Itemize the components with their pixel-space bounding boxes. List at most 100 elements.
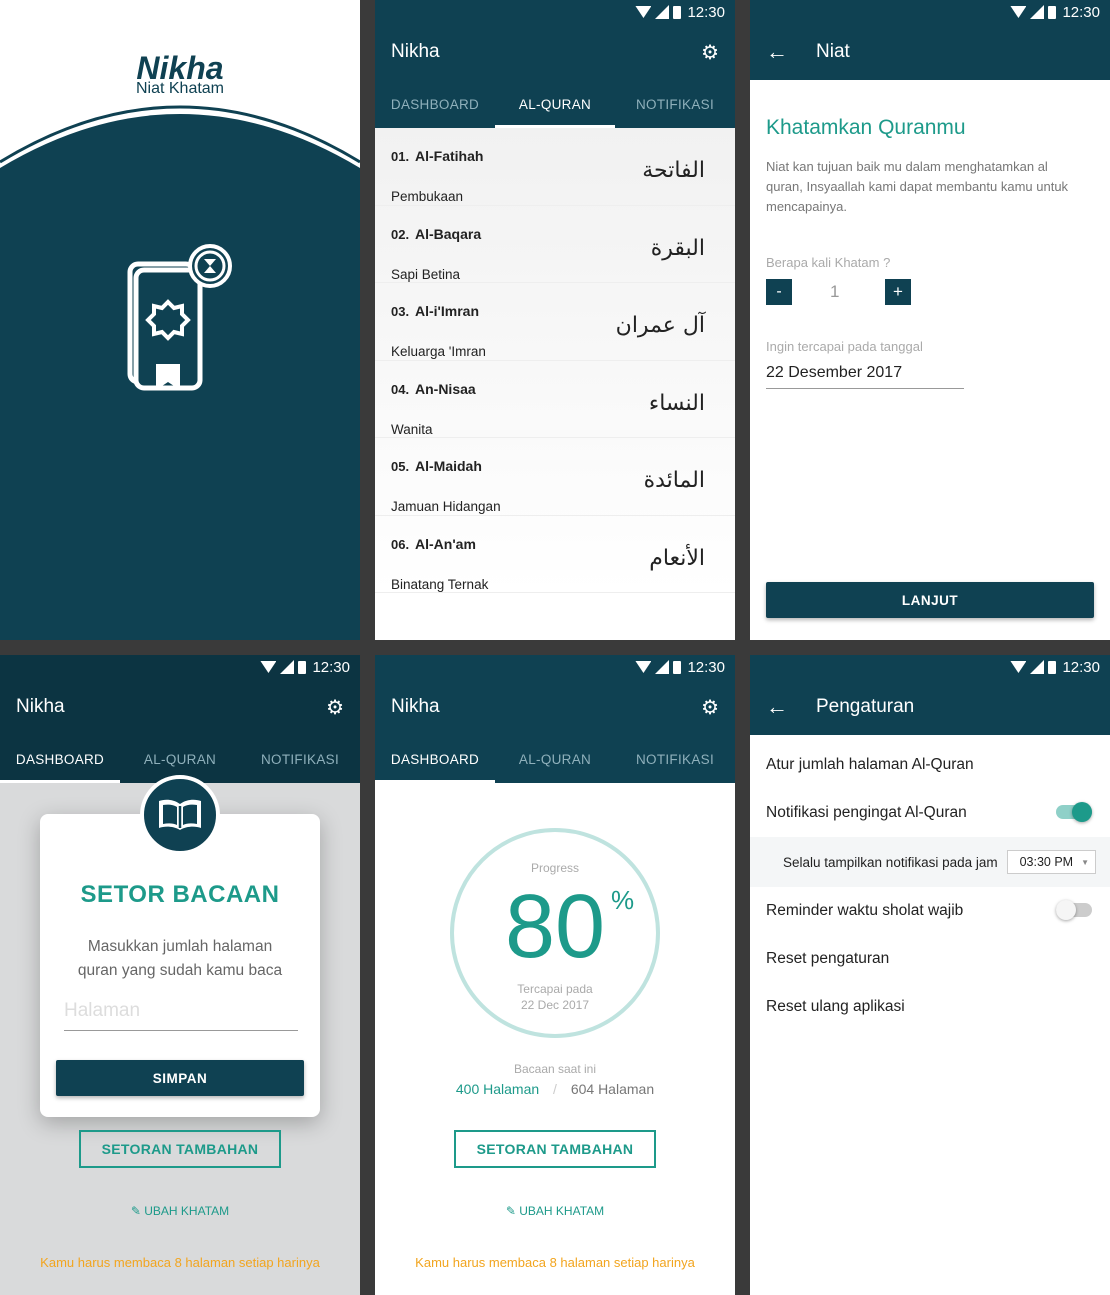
tab-dashboard[interactable]: DASHBOARD	[0, 735, 120, 783]
surah-meaning: Wanita	[391, 421, 433, 437]
splash-screen: Nikha Niat Khatam	[0, 0, 360, 640]
tab-notifikasi[interactable]: NOTIFIKASI	[240, 735, 360, 783]
target-date-field[interactable]: 22 Desember 2017	[766, 364, 964, 389]
signal-icon	[280, 660, 295, 674]
save-button[interactable]: SIMPAN	[56, 1060, 304, 1096]
khatam-count-value[interactable]: 1	[830, 282, 839, 302]
niat-screen: 12:30 ← Niat Khatamkan Quranmu Niat kan …	[750, 0, 1110, 640]
wifi-icon	[1010, 661, 1027, 673]
extra-deposit-button[interactable]: SETORAN TAMBAHAN	[454, 1130, 656, 1168]
settings-screen: 12:30 ← Pengaturan Atur jumlah halaman A…	[750, 655, 1110, 1295]
surah-arabic: آل عمران	[615, 313, 705, 338]
surah-name: Al-Baqara	[415, 225, 482, 242]
pencil-icon: ✎	[505, 1204, 520, 1218]
app-bar: Nikha ⚙ DASHBOARD AL-QURAN NOTIFIKASI	[375, 24, 735, 128]
setting-label: Atur jumlah halaman Al-Quran	[766, 756, 974, 773]
edit-khatam-label: UBAH KHATAM	[519, 1204, 605, 1218]
page-title: Pengaturan	[816, 696, 915, 717]
prayer-reminder-toggle[interactable]	[1056, 900, 1092, 920]
notif-time-select[interactable]: 03:30 PM ▼	[1006, 850, 1096, 874]
total-pages: 604 Halaman	[570, 1081, 655, 1097]
status-time: 12:30	[1062, 658, 1100, 676]
app-bar: ← Pengaturan	[750, 679, 1110, 735]
battery-icon	[673, 660, 682, 674]
app-logo-subtitle: Niat Khatam	[135, 80, 225, 97]
battery-icon	[673, 5, 682, 19]
app-bar: Nikha ⚙ DASHBOARD AL-QURAN NOTIFIKASI	[0, 679, 360, 783]
back-arrow-icon[interactable]: ←	[766, 694, 788, 720]
settings-gear-icon[interactable]: ⚙	[326, 695, 344, 720]
decrement-button[interactable]: -	[766, 279, 792, 305]
battery-icon	[298, 660, 307, 674]
daily-target-note: Kamu harus membaca 8 halaman setiap hari…	[40, 1255, 320, 1270]
setting-quran-reminder[interactable]: Notifikasi pengingat Al-Quran	[750, 789, 1110, 837]
setting-reset-app[interactable]: Reset ulang aplikasi	[750, 983, 1110, 1031]
extra-deposit-button[interactable]: SETORAN TAMBAHAN	[79, 1130, 281, 1168]
setting-reset[interactable]: Reset pengaturan	[750, 935, 1110, 983]
khatam-count-label: Berapa kali Khatam ?	[766, 255, 891, 270]
status-time: 12:30	[687, 658, 725, 676]
surah-meaning: Binatang Ternak	[391, 576, 489, 592]
tab-bar: DASHBOARD AL-QURAN NOTIFIKASI	[375, 735, 735, 783]
app-title: Nikha	[16, 696, 65, 717]
status-bar: 12:30	[0, 655, 360, 679]
tab-notifikasi[interactable]: NOTIFIKASI	[615, 80, 735, 128]
status-bar: 12:30	[375, 0, 735, 24]
notif-time-value: 03:30 PM	[1019, 855, 1074, 869]
surah-row[interactable]: 01. Al-Fatihah Pembukaan الفاتحة	[375, 128, 735, 206]
edit-khatam-link[interactable]: ✎ UBAH KHATAM	[0, 1204, 360, 1218]
wifi-icon	[635, 661, 652, 673]
edit-khatam-link[interactable]: ✎ UBAH KHATAM	[375, 1204, 735, 1218]
reached-date: 22 Dec 2017	[520, 998, 590, 1012]
pages-input[interactable]: Halaman	[64, 1000, 298, 1031]
tab-al-quran[interactable]: AL-QURAN	[495, 735, 615, 783]
progress-value: 80	[504, 877, 606, 977]
pages-input-placeholder: Halaman	[64, 1000, 141, 1021]
dropdown-arrow-icon: ▼	[1081, 857, 1089, 867]
surah-list: 01. Al-Fatihah Pembukaan الفاتحة 02. Al-…	[375, 128, 735, 593]
surah-arabic: البقرة	[650, 235, 705, 261]
reading-pages: 400 Halaman / 604 Halaman	[375, 1081, 735, 1097]
pages-separator: /	[553, 1081, 557, 1097]
notif-time-label: Selalu tampilkan notifikasi pada jam	[783, 854, 998, 870]
surah-row[interactable]: 02. Al-Baqara Sapi Betina البقرة	[375, 206, 735, 283]
quran-reminder-toggle[interactable]	[1056, 802, 1092, 822]
edit-khatam-label: UBAH KHATAM	[144, 1204, 230, 1218]
pencil-icon: ✎	[130, 1204, 145, 1218]
niat-heading: Khatamkan Quranmu	[766, 116, 966, 139]
settings-gear-icon[interactable]: ⚙	[701, 40, 719, 65]
dashboard-screen: 12:30 Nikha ⚙ DASHBOARD AL-QURAN NOTIFIK…	[375, 655, 735, 1295]
settings-gear-icon[interactable]: ⚙	[701, 695, 719, 720]
tab-al-quran[interactable]: AL-QURAN	[495, 80, 615, 128]
next-button[interactable]: LANJUT	[766, 582, 1094, 618]
surah-row[interactable]: 05. Al-Maidah Jamuan Hidangan المائدة	[375, 438, 735, 516]
surah-row[interactable]: 03. Al-i'Imran Keluarga 'Imran آل عمران	[375, 283, 735, 361]
surah-meaning: Pembukaan	[391, 189, 464, 204]
increment-button[interactable]: +	[885, 279, 911, 305]
app-bar: Nikha ⚙ DASHBOARD AL-QURAN NOTIFIKASI	[375, 679, 735, 783]
surah-row[interactable]: 06. Al-An'am Binatang Ternak الأنعام	[375, 516, 735, 593]
app-bar: ← Niat	[750, 24, 1110, 80]
surah-row[interactable]: 04. An-Nisaa Wanita النساء	[375, 361, 735, 438]
notif-time-row: Selalu tampilkan notifikasi pada jam 03:…	[750, 837, 1110, 887]
surah-name: Al-An'am	[415, 535, 476, 552]
target-date-value: 22 Desember 2017	[766, 364, 903, 381]
back-arrow-icon[interactable]: ←	[766, 39, 788, 65]
surah-number: 05.	[391, 459, 410, 474]
surah-name: Al-Maidah	[415, 458, 482, 474]
reading-label: Bacaan saat ini	[513, 1062, 597, 1076]
status-bar: 12:30	[375, 655, 735, 679]
setting-label: Reminder waktu sholat wajib	[766, 902, 964, 919]
surah-name: Al-i'Imran	[415, 303, 480, 319]
surah-meaning: Jamuan Hidangan	[391, 499, 501, 514]
surah-number: 02.	[391, 226, 410, 242]
status-time: 12:30	[312, 658, 350, 676]
surah-number: 04.	[391, 381, 410, 397]
setting-label: Reset ulang aplikasi	[766, 998, 905, 1015]
setting-pages[interactable]: Atur jumlah halaman Al-Quran	[750, 741, 1110, 789]
setting-label: Reset pengaturan	[766, 950, 890, 967]
tab-dashboard[interactable]: DASHBOARD	[375, 80, 495, 128]
tab-notifikasi[interactable]: NOTIFIKASI	[615, 735, 735, 783]
setting-prayer-reminder[interactable]: Reminder waktu sholat wajib	[750, 887, 1110, 935]
tab-dashboard[interactable]: DASHBOARD	[375, 735, 495, 783]
